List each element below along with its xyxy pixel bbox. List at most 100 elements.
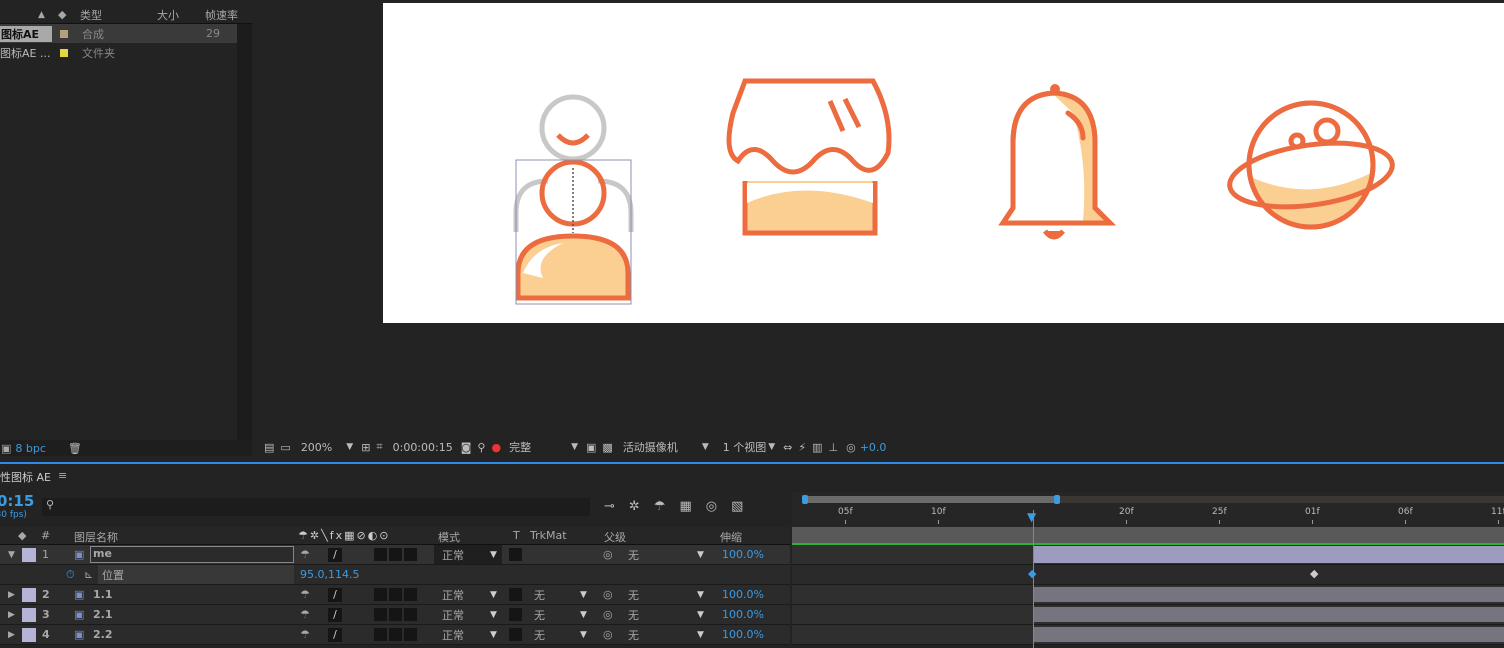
switch-box[interactable]	[389, 588, 402, 601]
layer-bar[interactable]	[1033, 627, 1504, 642]
show-snapshot-icon[interactable]: ⚲	[477, 441, 485, 454]
region-of-interest-icon[interactable]: ▣	[586, 441, 596, 454]
label-tag-icon[interactable]: ◆	[58, 8, 66, 21]
snapshot-icon[interactable]: ◙	[461, 441, 472, 454]
layer-bar[interactable]	[1033, 607, 1504, 622]
expand-icon[interactable]: ▶	[8, 630, 15, 640]
views-dropdown[interactable]: 1 个视图	[723, 439, 767, 455]
chevron-down-icon[interactable]: ▼	[580, 590, 587, 600]
quality-switch[interactable]: /	[328, 587, 342, 602]
layer-name-input[interactable]: me	[90, 546, 294, 563]
pickwhip-icon[interactable]: ◎	[603, 588, 613, 601]
stretch-value[interactable]: 100.0%	[722, 588, 764, 601]
chevron-down-icon[interactable]: ▼	[490, 590, 497, 600]
preserve-transparency[interactable]	[509, 628, 522, 641]
work-area-start-handle[interactable]	[802, 495, 808, 504]
mode-dropdown[interactable]: 正常	[442, 547, 464, 563]
exposure-value[interactable]: +0.0	[860, 441, 887, 454]
always-preview-icon[interactable]: ▤	[264, 441, 274, 454]
comp-mini-flowchart-icon[interactable]: ⊸	[604, 499, 615, 514]
flowchart-icon[interactable]: ⊥	[829, 441, 839, 454]
shy-layers-icon[interactable]: ☂	[654, 499, 666, 514]
switch-box[interactable]	[404, 548, 417, 561]
shy-switch-icon[interactable]: ☂	[300, 588, 310, 601]
parent-dropdown[interactable]: 无	[628, 587, 639, 603]
column-fps[interactable]: 帧速率	[205, 7, 238, 23]
layer-row[interactable]: ▼ 1 ▣ me ☂ / 正常 ▼ ◎ 无 ▼ 100.0%	[0, 545, 790, 565]
switch-box[interactable]	[374, 628, 387, 641]
layer-name[interactable]: 1.1	[93, 588, 113, 601]
work-area-bar[interactable]	[804, 496, 1060, 503]
layer-row[interactable]: ▶ 3 ▣ 2.1 ☂ / 正常 ▼ 无 ▼ ◎ 无 ▼ 100.0%	[0, 605, 790, 625]
project-scrollbar[interactable]	[237, 24, 252, 440]
trkmat-dropdown[interactable]: 无	[534, 607, 545, 623]
property-row[interactable]: ⏱ ⊾ 位置 95.0,114.5	[0, 565, 790, 585]
fast-preview-icon[interactable]: ⚡	[798, 441, 806, 454]
resolution-chevron-icon[interactable]: ▼	[571, 442, 578, 452]
chevron-down-icon[interactable]: ▼	[580, 610, 587, 620]
pixel-aspect-icon[interactable]: ⇔	[783, 441, 792, 454]
bpc-button[interactable]: 8 bpc	[15, 442, 46, 455]
switch-box[interactable]	[404, 628, 417, 641]
panel-menu-icon[interactable]: ≡	[58, 469, 67, 482]
chevron-down-icon[interactable]: ▼	[490, 550, 497, 560]
zoom-dropdown[interactable]: 200%	[301, 441, 332, 454]
mask-visibility-icon[interactable]: ⌗	[376, 440, 382, 454]
column-layer-name[interactable]: 图层名称	[74, 529, 118, 545]
timeline-current-time[interactable]: 0:15	[0, 492, 34, 510]
switch-box[interactable]	[389, 628, 402, 641]
chevron-down-icon[interactable]: ▼	[580, 630, 587, 640]
zoom-chevron-icon[interactable]: ▼	[346, 442, 353, 452]
layer-name[interactable]: 2.2	[93, 628, 113, 641]
camera-dropdown[interactable]: 活动摄像机	[623, 439, 678, 455]
current-time[interactable]: 0:00:00:15	[393, 441, 453, 454]
switch-box[interactable]	[404, 608, 417, 621]
pickwhip-icon[interactable]: ◎	[603, 548, 613, 561]
position-value[interactable]: 95.0,114.5	[300, 568, 359, 581]
project-item[interactable]: 图标AE 合成 29	[0, 24, 237, 43]
chevron-down-icon[interactable]: ▼	[697, 550, 704, 560]
switch-box[interactable]	[389, 608, 402, 621]
motion-blur-icon[interactable]: ◎	[706, 499, 717, 514]
chevron-down-icon[interactable]: ▼	[490, 610, 497, 620]
shy-switch-icon[interactable]: ☂	[300, 608, 310, 621]
quality-switch[interactable]: /	[328, 547, 342, 562]
resolution-dropdown[interactable]: 完整	[509, 439, 531, 455]
sort-up-icon[interactable]: ▲	[38, 10, 45, 20]
timeline-icon[interactable]: ▥	[812, 441, 822, 454]
switch-box[interactable]	[389, 548, 402, 561]
composition-canvas[interactable]	[383, 3, 1504, 323]
layer-search-input[interactable]: ⚲	[42, 498, 590, 516]
camera-chevron-icon[interactable]: ▼	[702, 442, 709, 452]
mode-dropdown[interactable]: 正常	[442, 587, 464, 603]
graph-editor-icon[interactable]: ▧	[731, 499, 743, 514]
stretch-value[interactable]: 100.0%	[722, 608, 764, 621]
chevron-down-icon[interactable]: ▼	[490, 630, 497, 640]
expand-icon[interactable]: ▶	[8, 590, 15, 600]
label-swatch[interactable]	[22, 607, 36, 622]
shy-switch-icon[interactable]: ☂	[300, 548, 310, 561]
parent-dropdown[interactable]: 无	[628, 627, 639, 643]
work-area[interactable]	[792, 527, 1504, 545]
switch-box[interactable]	[374, 548, 387, 561]
trkmat-dropdown[interactable]: 无	[534, 627, 545, 643]
quality-switch[interactable]: /	[328, 607, 342, 622]
stretch-value[interactable]: 100.0%	[722, 628, 764, 641]
chevron-down-icon[interactable]: ▼	[697, 590, 704, 600]
label-swatch[interactable]	[22, 627, 36, 642]
switch-box[interactable]	[374, 588, 387, 601]
preserve-transparency[interactable]	[509, 548, 522, 561]
mode-dropdown[interactable]: 正常	[442, 627, 464, 643]
chevron-down-icon[interactable]: ▼	[697, 630, 704, 640]
layer-row[interactable]: ▶ 4 ▣ 2.2 ☂ / 正常 ▼ 无 ▼ ◎ 无 ▼ 100.0%	[0, 625, 790, 645]
stretch-value[interactable]: 100.0%	[722, 548, 764, 561]
trkmat-dropdown[interactable]: 无	[534, 587, 545, 603]
collapse-icon[interactable]: ▼	[8, 550, 15, 560]
parent-dropdown[interactable]: 无	[628, 607, 639, 623]
parent-dropdown[interactable]: 无	[628, 547, 639, 563]
playhead-icon[interactable]: ▼	[1027, 510, 1036, 524]
layer-row[interactable]: ▶ 2 ▣ 1.1 ☂ / 正常 ▼ 无 ▼ ◎ 无 ▼ 100.0%	[0, 585, 790, 605]
frame-blending-icon[interactable]: ▦	[679, 499, 691, 514]
layer-name[interactable]: 2.1	[93, 608, 113, 621]
layer-bar[interactable]	[1033, 587, 1504, 602]
